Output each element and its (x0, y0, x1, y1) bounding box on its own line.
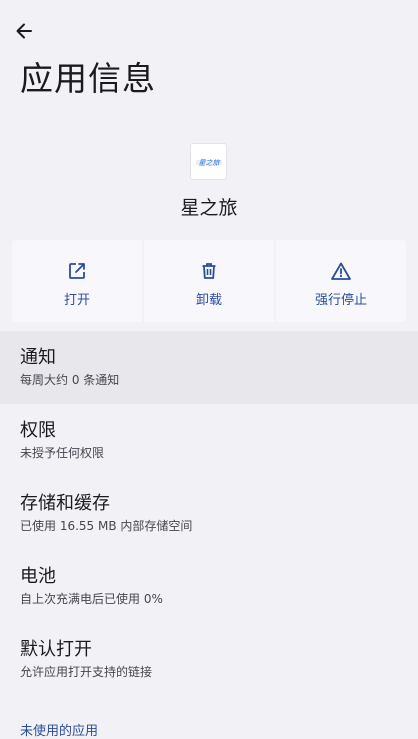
section-header-unused-apps: 未使用的应用 (20, 724, 99, 739)
uninstall-button-label: 卸载 (195, 293, 222, 308)
trash-icon (198, 260, 220, 282)
app-name: 星之旅 (180, 197, 238, 219)
back-button[interactable] (10, 17, 38, 45)
app-logo-text: 星之旅 (198, 159, 220, 167)
force-stop-button-label: 强行停止 (314, 293, 367, 308)
list-item-subtitle: 自上次充满电后已使用 0% (20, 592, 163, 606)
list-item-title: 通知 (20, 347, 56, 368)
list-item-battery[interactable]: 电池 自上次充满电后已使用 0% (0, 550, 418, 623)
settings-list: 通知 每周大约 0 条通知 权限 未授予任何权限 存储和缓存 已使用 16.55… (0, 331, 418, 696)
open-button[interactable]: 打开 (12, 240, 142, 322)
uninstall-button[interactable]: 卸载 (144, 240, 274, 322)
list-item-open-by-default[interactable]: 默认打开 允许应用打开支持的链接 (0, 623, 418, 696)
list-item-notifications[interactable]: 通知 每周大约 0 条通知 (0, 331, 418, 404)
list-item-title: 默认打开 (20, 639, 92, 660)
list-item-subtitle: 已使用 16.55 MB 内部存储空间 (20, 519, 193, 533)
list-item-permissions[interactable]: 权限 未授予任何权限 (0, 404, 418, 477)
open-button-label: 打开 (63, 293, 90, 308)
list-item-title: 存储和缓存 (20, 493, 110, 514)
app-logo-image: 星之旅 (195, 159, 222, 167)
list-item-title: 电池 (20, 566, 56, 587)
action-bar: 打开 卸载 强行停止 (12, 240, 406, 322)
list-item-subtitle: 未授予任何权限 (20, 446, 105, 460)
list-item-subtitle: 允许应用打开支持的链接 (20, 665, 153, 679)
arrow-left-icon (16, 23, 32, 39)
list-item-subtitle: 每周大约 0 条通知 (20, 373, 120, 387)
open-external-icon (66, 260, 88, 282)
app-icon: 星之旅 (190, 143, 227, 180)
warning-icon (330, 260, 352, 282)
list-item-title: 权限 (20, 420, 56, 441)
page-title: 应用信息 (20, 59, 156, 98)
force-stop-button[interactable]: 强行停止 (276, 240, 406, 322)
list-item-storage[interactable]: 存储和缓存 已使用 16.55 MB 内部存储空间 (0, 477, 418, 550)
